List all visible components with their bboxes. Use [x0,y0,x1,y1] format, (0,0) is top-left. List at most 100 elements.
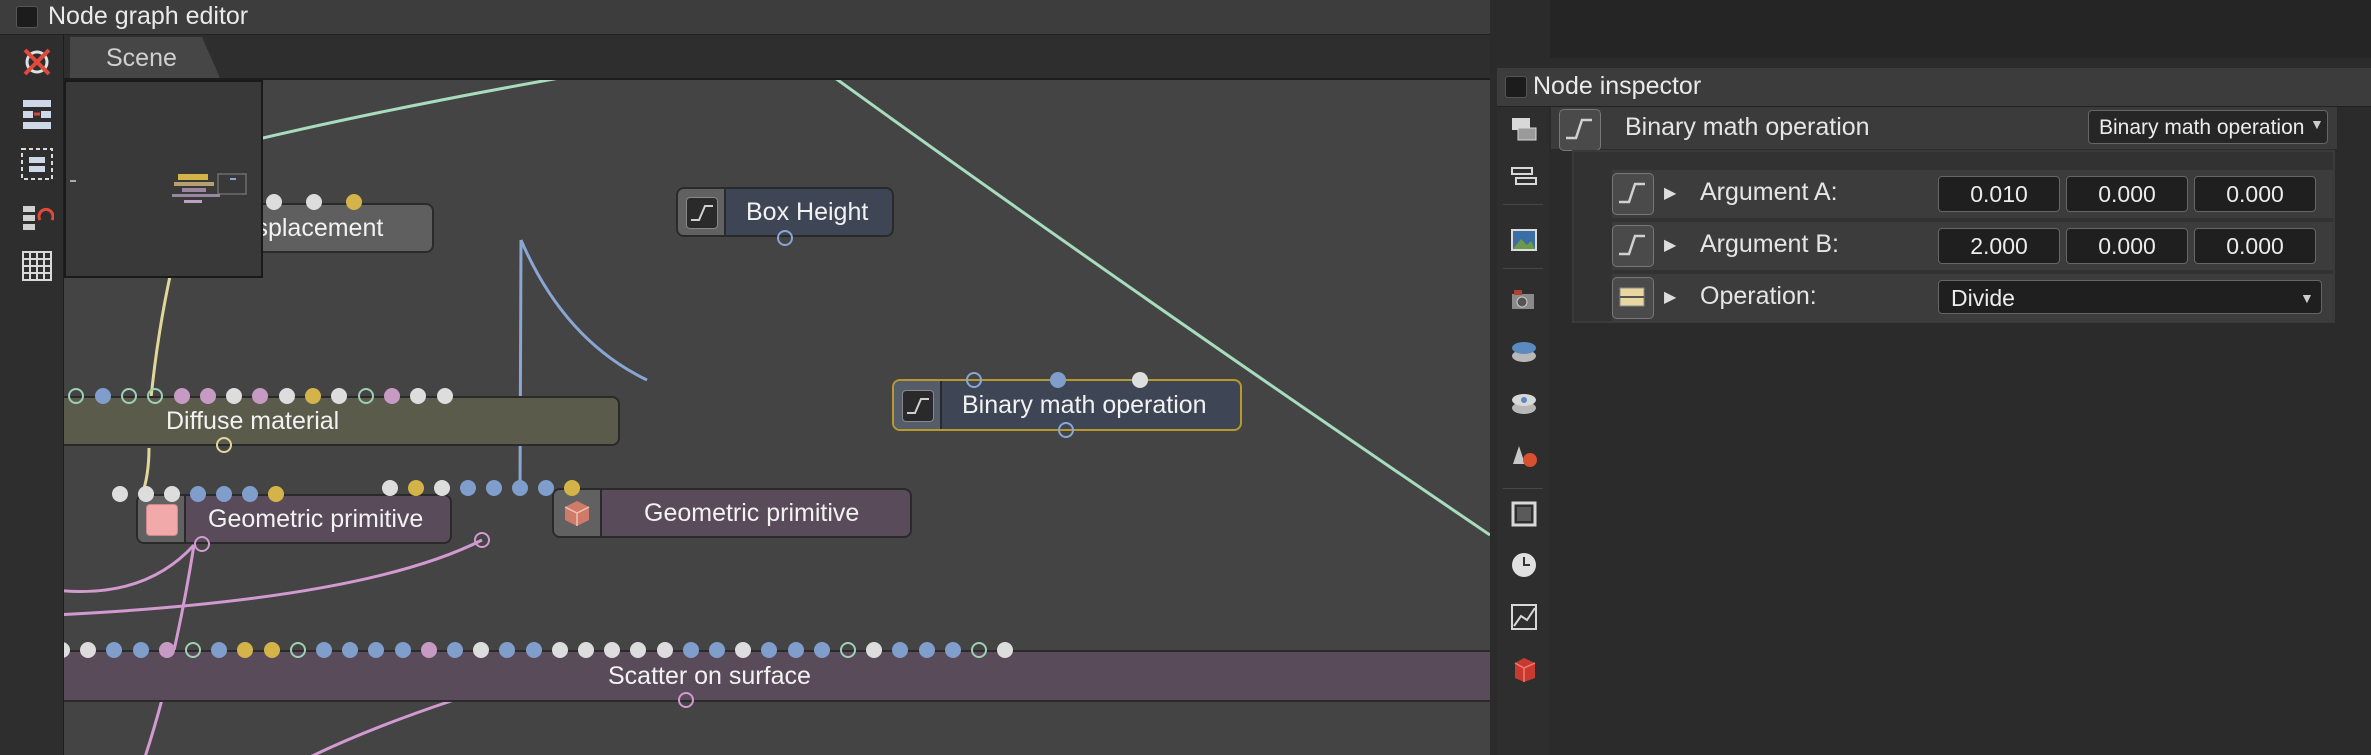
argument-a-z-field[interactable]: 0.000 [2194,176,2316,212]
expand-arrow-icon[interactable]: ▶ [1664,235,1676,255]
node-type-dropdown-value: Binary math operation [2099,116,2305,139]
input-pin[interactable] [263,642,280,658]
clock-icon[interactable] [1509,550,1539,580]
node-type-box [894,381,942,429]
output-pin[interactable] [678,692,694,708]
expand-arrow-icon[interactable]: ▶ [1664,287,1676,307]
input-pin[interactable] [185,642,201,658]
output-pin[interactable] [194,536,210,552]
output-pin[interactable] [216,437,232,453]
input-pin[interactable] [357,388,374,404]
input-pin[interactable] [944,642,961,658]
tab-scene[interactable]: Scene [70,37,220,78]
input-pin[interactable] [436,388,453,404]
input-pin[interactable] [460,480,476,496]
input-pin[interactable] [306,194,322,210]
output-pin[interactable] [1058,422,1074,438]
navigator-minimap[interactable] [64,80,263,278]
input-pin[interactable] [199,388,216,404]
input-pin[interactable] [382,480,398,496]
input-pin[interactable] [408,480,424,496]
input-pin[interactable] [305,388,321,404]
argument-b-x-field[interactable]: 2.000 [1938,228,2060,264]
panel-checkbox[interactable] [1505,76,1527,98]
input-pin[interactable] [383,388,400,404]
input-pin[interactable] [216,486,232,502]
argument-a-x-field[interactable]: 0.010 [1938,176,2060,212]
input-pin[interactable] [420,642,437,658]
image-icon[interactable] [1509,225,1539,255]
input-pin[interactable] [434,480,450,496]
camera-icon[interactable] [1509,285,1539,315]
input-pin[interactable] [278,388,295,404]
argument-b-z-field[interactable]: 0.000 [2194,228,2316,264]
input-pin[interactable] [709,642,725,658]
film-icon[interactable] [1509,388,1539,418]
operation-dropdown[interactable]: Divide [1938,280,2322,314]
input-pin[interactable] [112,486,128,502]
stack-icon[interactable] [1509,162,1539,192]
node-geometric-primitive-1[interactable]: Geometric primitive [136,494,452,544]
input-pin[interactable] [268,486,284,502]
input-pin[interactable] [787,642,804,658]
panel-checkbox[interactable] [16,6,38,28]
input-pin[interactable] [289,642,306,658]
fit-view-icon[interactable] [20,147,54,181]
macro-icon[interactable] [20,200,54,234]
node-diffuse-material[interactable]: Diffuse material [64,396,620,446]
float-value-icon[interactable] [1612,225,1654,267]
input-pin[interactable] [813,642,830,658]
unstash-nodes-icon[interactable] [20,45,54,79]
input-pin[interactable] [94,388,111,404]
input-pin[interactable] [132,642,149,658]
output-pin[interactable] [777,230,793,246]
expand-arrow-icon[interactable]: ▶ [1664,183,1676,203]
input-pin[interactable] [190,486,206,502]
enum-value-icon[interactable] [1612,277,1654,319]
input-pin[interactable] [578,642,594,658]
node-scatter-on-surface[interactable]: Scatter on surface [64,650,1490,702]
cube-icon[interactable] [1509,654,1539,684]
node-type-dropdown[interactable]: Binary math operation [2088,110,2328,144]
input-pin[interactable] [966,372,982,388]
float-value-icon [1559,109,1601,151]
render-target-icon[interactable] [1509,336,1539,366]
input-pin[interactable] [682,642,699,658]
crop-icon[interactable] [1509,499,1539,529]
input-pin[interactable] [486,480,502,496]
input-pin[interactable] [525,642,542,658]
input-pin[interactable] [918,642,935,658]
input-pin[interactable] [242,486,258,502]
input-pin[interactable] [538,480,554,496]
input-pin[interactable] [394,642,411,658]
input-pin[interactable] [173,388,190,404]
float-value-icon[interactable] [1612,173,1654,215]
chart-icon[interactable] [1509,602,1539,632]
input-pin[interactable] [551,642,568,658]
input-pin[interactable] [226,388,243,404]
rearrange-icon[interactable] [20,97,54,131]
input-pin[interactable] [138,486,154,502]
input-pin[interactable] [266,194,282,210]
input-pin[interactable] [840,642,856,658]
node-graph-canvas[interactable]: displacement Box Height Binary math oper… [64,80,1490,755]
output-pin[interactable] [474,532,490,548]
input-pin[interactable] [1050,372,1066,388]
input-pin[interactable] [164,486,180,502]
argument-b-y-field[interactable]: 0.000 [2066,228,2188,264]
input-pin[interactable] [512,480,528,496]
node-geometric-primitive-2[interactable]: Geometric primitive [552,488,912,538]
input-pin[interactable] [1132,372,1148,388]
input-pin[interactable] [316,642,332,658]
input-pin[interactable] [120,388,137,404]
table-icon[interactable] [20,249,54,283]
input-pin[interactable] [346,194,362,210]
input-pin[interactable] [971,642,987,658]
input-pin[interactable] [564,480,580,496]
input-pin[interactable] [158,642,175,658]
layers-icon[interactable] [1509,115,1539,145]
input-pin[interactable] [447,642,463,658]
input-pin[interactable] [656,642,673,658]
materials-icon[interactable] [1509,440,1539,470]
argument-a-y-field[interactable]: 0.000 [2066,176,2188,212]
